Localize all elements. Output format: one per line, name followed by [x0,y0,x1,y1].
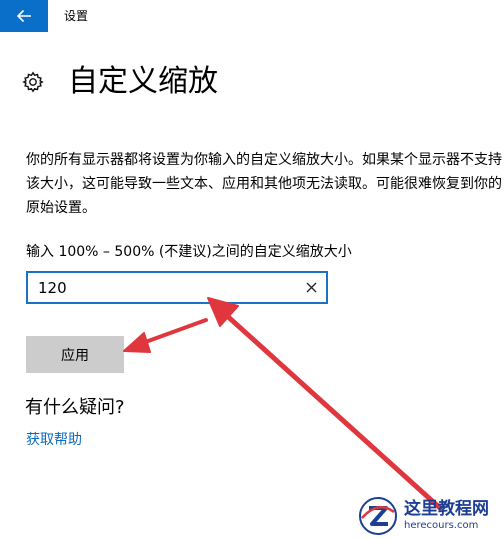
page-header: 自定义缩放 [22,62,218,102]
get-help-link[interactable]: 获取帮助 [26,430,82,450]
watermark-url: herecours.com [404,520,479,531]
clear-button[interactable] [303,279,320,296]
arrow-to-apply-head [123,332,151,353]
watermark-logo-icon [359,497,397,535]
faq-heading: 有什么疑问? [25,397,125,418]
apply-button[interactable]: 应用 [26,336,124,373]
title-bar: 设置 [0,0,504,32]
back-arrow-icon [16,9,31,23]
scale-input-label: 输入 100% – 500% (不建议)之间的自定义缩放大小 [26,244,352,260]
arrow-to-field-line [222,311,443,511]
arrow-to-apply-line [138,318,208,346]
back-button[interactable] [0,0,48,32]
close-icon [306,282,317,293]
window-title: 设置 [64,9,89,23]
custom-scale-input[interactable] [38,278,288,298]
page-title: 自定义缩放 [68,64,218,99]
gear-icon [22,71,44,93]
custom-scale-field[interactable] [26,271,328,304]
watermark-title: 这里教程网 [404,499,489,519]
watermark: 这里教程网 herecours.com [358,493,504,539]
description-text: 你的所有显示器都将设置为你输入的自定义缩放大小。如果某个显示器不支持该大小，这可… [26,152,502,216]
